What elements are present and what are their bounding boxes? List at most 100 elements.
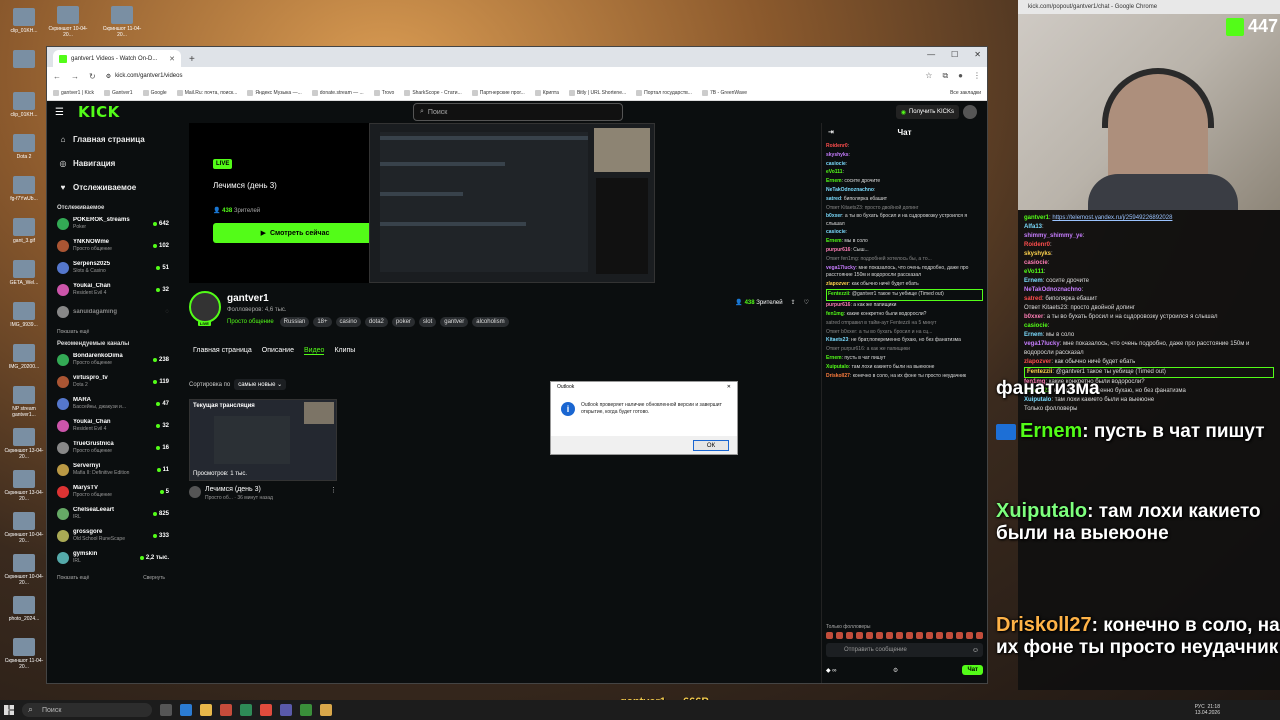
explorer-icon[interactable] <box>200 704 212 716</box>
channel-tag[interactable]: casino <box>335 317 361 327</box>
chat-username[interactable]: Ernem <box>826 238 842 244</box>
desktop-file-icon[interactable]: Скриншот 13-04-20... <box>4 470 44 502</box>
bookmark-item[interactable]: donate.stream — ... <box>311 89 364 96</box>
chat-username[interactable]: b0xxer <box>826 213 842 219</box>
chat-input[interactable]: Отправить сообщение ☺ <box>826 643 983 657</box>
bookmark-item[interactable]: Bitly | URL Shortene... <box>568 89 626 96</box>
sidebar-channel[interactable]: YNKNOWme Просто общение 102 <box>53 235 169 257</box>
chat-username[interactable]: Ernem <box>826 178 842 184</box>
bookmark-item[interactable]: 7B - GreenWave <box>701 89 747 96</box>
chat-username[interactable]: zlapozver <box>826 281 849 287</box>
minimize-icon[interactable]: — <box>927 50 935 59</box>
share-icon[interactable]: ⇪ <box>791 299 796 306</box>
bookmark-star-icon[interactable]: ☆ <box>925 71 932 81</box>
chat-username[interactable]: casiocie <box>826 229 846 235</box>
sidebar-channel[interactable]: Youkai_Chan Resident Evil 4 32 <box>53 415 169 437</box>
stream-preview-thumbnail[interactable] <box>369 123 655 283</box>
app-icon[interactable] <box>280 704 292 716</box>
desktop-file-icon[interactable]: clip_01KH... <box>4 8 44 34</box>
new-tab-icon[interactable]: + <box>189 54 195 65</box>
video-thumbnail[interactable]: Текущая трансляция Просмотров: 1 тыс. <box>189 399 337 481</box>
channel-avatar[interactable]: LIVE <box>189 291 221 326</box>
desktop-file-icon[interactable]: Скриншот 13-04-20... <box>4 428 44 460</box>
sidebar-channel[interactable]: MarysTV Просто общение 5 <box>53 481 169 503</box>
profile-icon[interactable]: ● <box>958 71 963 81</box>
sidebar-channel[interactable]: POKEROK_streams Poker 642 <box>53 213 169 235</box>
desktop-file-icon[interactable]: Скриншот 10-04-20... <box>4 554 44 586</box>
site-info-icon[interactable]: ⚙ <box>106 73 111 80</box>
desktop-file-icon[interactable] <box>4 50 44 70</box>
desktop-file-icon[interactable]: GETA_Wel... <box>4 260 44 286</box>
watch-now-button[interactable]: ▶ Смотреть сейчас <box>213 223 377 243</box>
desktop-file-icon[interactable]: IMG_9939... <box>4 302 44 328</box>
back-icon[interactable]: ← <box>53 72 61 81</box>
meeting-link[interactable]: https://telemost.yandex.ru/j/25949226892… <box>1052 215 1172 221</box>
sidebar-channel[interactable]: sanuidagaming ◌ <box>53 301 169 323</box>
desktop-file-icon[interactable]: fg-f7YwUb... <box>4 176 44 202</box>
sidebar-channel[interactable]: MARA Бассейны, джакузи и... 47 <box>53 393 169 415</box>
desktop-file-icon[interactable]: clip_01KH... <box>4 92 44 118</box>
chat-username[interactable]: skyshyks <box>826 152 849 158</box>
show-more-followed[interactable]: Показать ещё <box>57 329 165 335</box>
browser-tab[interactable]: gantver1 Videos - Watch On-D... ✕ <box>53 50 181 67</box>
desktop-file-icon[interactable]: gant_3.gif <box>4 218 44 244</box>
video-channel-avatar[interactable] <box>189 486 201 498</box>
chat-username[interactable]: satred <box>826 196 841 202</box>
url-field[interactable]: ⚙ kick.com/gantver1/videos <box>106 73 806 80</box>
app-icon[interactable] <box>300 704 312 716</box>
sidebar-channel[interactable]: TrueGrustnica Просто общение 16 <box>53 437 169 459</box>
user-avatar[interactable] <box>963 105 977 119</box>
maximize-icon[interactable]: ☐ <box>951 50 958 59</box>
edge-icon[interactable] <box>180 704 192 716</box>
kick-logo[interactable]: KICK <box>78 103 120 121</box>
channel-tag[interactable]: poker <box>391 317 415 327</box>
collapse-button[interactable]: Свернуть <box>143 575 165 581</box>
follow-icon[interactable]: ♡ <box>804 299 809 306</box>
sidebar-channel[interactable]: Serpens2025 Slots & Casino 51 <box>53 257 169 279</box>
close-window-icon[interactable]: ✕ <box>974 50 981 59</box>
chat-username[interactable]: purpur616 <box>826 247 850 253</box>
bookmark-item[interactable]: Крипта <box>534 89 559 96</box>
channel-tag[interactable]: slot <box>418 317 437 327</box>
bookmark-item[interactable]: gantver1 | Kick <box>53 89 94 96</box>
sidebar-channel[interactable]: gymskin IRL 2,2 тыс. <box>53 547 169 569</box>
chat-username[interactable]: Xuiputalo <box>826 364 849 370</box>
hamburger-menu-icon[interactable]: ☰ <box>55 107 64 118</box>
bookmark-item[interactable]: Партнерские прог... <box>471 89 525 96</box>
app-icon[interactable] <box>240 704 252 716</box>
channel-tag[interactable]: Russian <box>279 317 310 327</box>
close-icon[interactable]: ✕ <box>727 384 731 392</box>
desktop-file-icon[interactable]: Скриншот 10-04-20... <box>4 512 44 544</box>
channel-tag[interactable]: gantver <box>440 317 469 327</box>
sidebar-channel[interactable]: grossgore Old School RuneScape 333 <box>53 525 169 547</box>
task-view-icon[interactable] <box>160 704 172 716</box>
chat-username[interactable]: Fentezzii <box>828 291 849 297</box>
more-options-icon[interactable]: ⋮ <box>330 486 337 501</box>
chat-username[interactable]: NeTakOdnoznachno <box>826 187 874 193</box>
bookmark-item[interactable]: Портал государств... <box>636 89 692 96</box>
bookmark-item[interactable]: Mail.Ru: почта, поиск... <box>176 89 237 96</box>
search-input[interactable]: ⌕ Поиск <box>413 103 623 121</box>
tab-1[interactable]: Главная страница <box>193 347 252 355</box>
chat-username[interactable]: Ernem <box>826 355 842 361</box>
bookmark-item[interactable]: Trovo <box>373 89 394 96</box>
video-title[interactable]: Лечимся (день 3) <box>205 486 273 493</box>
windows-start-icon[interactable] <box>4 705 14 715</box>
chat-username[interactable]: Kitaets23 <box>826 337 848 343</box>
desktop-file-icon[interactable]: IMG_20200... <box>4 344 44 370</box>
bookmark-item[interactable]: Яндекс Музыка —... <box>247 89 302 96</box>
desktop-file-icon[interactable]: Dota 2 <box>4 134 44 160</box>
chat-rewards-icon[interactable]: ◆ ∞ <box>826 667 837 674</box>
desktop-file-icon[interactable]: Скриншот 11-04-20... <box>4 638 44 670</box>
channel-tag[interactable]: alcoholism <box>472 317 509 327</box>
app-icon[interactable] <box>320 704 332 716</box>
get-kicks-button[interactable]: ◉ Получить KICKs <box>895 105 959 119</box>
show-more-recommended[interactable]: Показать ещё <box>57 575 89 581</box>
chrome-icon[interactable] <box>260 704 272 716</box>
sidebar-channel[interactable]: ChelseaLeeart IRL 825 <box>53 503 169 525</box>
sidebar-nav-item[interactable]: ♥ Отслеживаемое <box>53 175 169 199</box>
chat-username[interactable]: fen1mg <box>826 311 844 317</box>
gear-icon[interactable]: ⚙ <box>893 667 898 674</box>
sidebar-channel[interactable]: Servernyi Mafia II: Definitive Edition 11 <box>53 459 169 481</box>
bookmark-item[interactable]: Google <box>142 89 167 96</box>
